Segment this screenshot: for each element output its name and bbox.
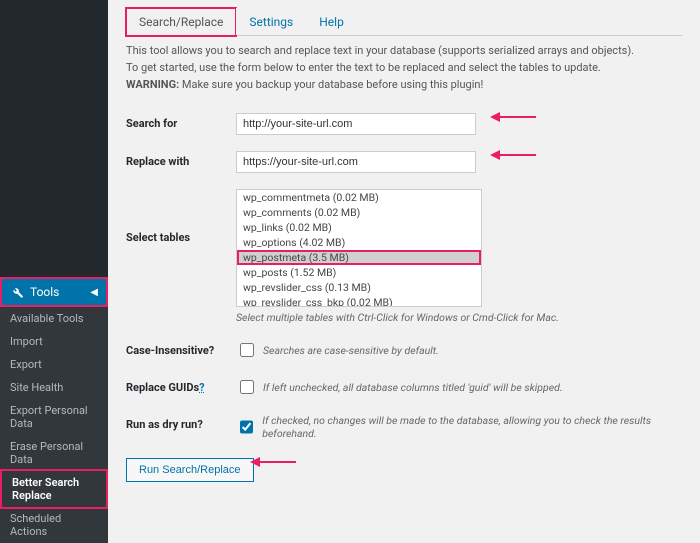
select-tables-listbox[interactable]: wp_commentmeta (0.02 MB) wp_comments (0.… bbox=[236, 189, 482, 307]
sidebar-item-export-personal-data[interactable]: Export Personal Data bbox=[0, 399, 108, 435]
replace-with-input[interactable] bbox=[236, 151, 476, 173]
case-insensitive-description: Searches are case-sensitive by default. bbox=[263, 344, 439, 357]
settings-form: Search for Replace with Sele bbox=[126, 105, 682, 448]
caret-left-icon: ◀ bbox=[90, 287, 98, 298]
sidebar-parent-tools[interactable]: Tools ◀ bbox=[0, 277, 108, 307]
callout-arrow-icon bbox=[488, 107, 538, 127]
dry-run-description: If checked, no changes will be made to t… bbox=[262, 414, 682, 440]
sidebar-item-export[interactable]: Export bbox=[0, 353, 108, 376]
dry-run-checkbox[interactable] bbox=[240, 420, 253, 434]
intro-warning: WARNING: Make sure you backup your datab… bbox=[126, 78, 682, 91]
table-option[interactable]: wp_links (0.02 MB) bbox=[237, 220, 481, 235]
callout-arrow-icon bbox=[248, 452, 298, 472]
replace-guids-description: If left unchecked, all database columns … bbox=[263, 381, 563, 394]
sidebar-parent-label: Tools bbox=[30, 285, 59, 299]
select-tables-description: Select multiple tables with Ctrl-Click f… bbox=[236, 311, 682, 324]
replace-guids-help-link[interactable]: ? bbox=[199, 381, 204, 394]
table-option[interactable]: wp_posts (1.52 MB) bbox=[237, 265, 481, 280]
case-insensitive-label: Case-Insensitive? bbox=[126, 332, 236, 369]
sidebar-item-erase-personal-data[interactable]: Erase Personal Data bbox=[0, 435, 108, 471]
sidebar-item-site-health[interactable]: Site Health bbox=[0, 376, 108, 399]
search-for-input[interactable] bbox=[236, 113, 476, 135]
intro-warning-label: WARNING: bbox=[126, 78, 179, 91]
sidebar-item-scheduled-actions[interactable]: Scheduled Actions bbox=[0, 507, 108, 543]
sidebar-item-import[interactable]: Import bbox=[0, 330, 108, 353]
table-option[interactable]: wp_commentmeta (0.02 MB) bbox=[237, 190, 481, 205]
tab-help[interactable]: Help bbox=[306, 8, 357, 35]
replace-guids-checkbox[interactable] bbox=[240, 380, 254, 394]
intro-line-2: To get started, use the form below to en… bbox=[126, 61, 682, 74]
sidebar-item-better-search-replace[interactable]: Better Search Replace bbox=[0, 469, 108, 509]
tab-bar: Search/Replace Settings Help bbox=[126, 0, 682, 36]
callout-arrow-icon bbox=[488, 145, 538, 165]
search-for-label: Search for bbox=[126, 105, 236, 143]
tab-search-replace[interactable]: Search/Replace bbox=[126, 8, 236, 36]
admin-sidebar: Tools ◀ Available Tools Import Export Si… bbox=[0, 0, 108, 520]
main-panel: Search/Replace Settings Help This tool a… bbox=[108, 0, 700, 520]
table-option-selected[interactable]: wp_postmeta (3.5 MB) bbox=[237, 250, 481, 265]
intro-warning-text: Make sure you backup your database befor… bbox=[182, 78, 483, 91]
run-search-replace-button[interactable]: Run Search/Replace bbox=[126, 458, 254, 482]
table-option[interactable]: wp_options (4.02 MB) bbox=[237, 235, 481, 250]
replace-guids-label: Replace GUIDs? bbox=[126, 369, 236, 406]
intro-text: This tool allows you to search and repla… bbox=[126, 44, 682, 91]
sidebar-submenu: Available Tools Import Export Site Healt… bbox=[0, 307, 108, 543]
table-option[interactable]: wp_revslider_css (0.13 MB) bbox=[237, 280, 481, 295]
intro-line-1: This tool allows you to search and repla… bbox=[126, 44, 682, 57]
case-insensitive-checkbox[interactable] bbox=[240, 343, 254, 357]
sidebar-item-available-tools[interactable]: Available Tools bbox=[0, 307, 108, 330]
wrench-icon bbox=[10, 285, 24, 299]
tab-settings[interactable]: Settings bbox=[236, 8, 306, 35]
select-tables-label: Select tables bbox=[126, 181, 236, 332]
dry-run-label: Run as dry run? bbox=[126, 406, 236, 448]
replace-with-label: Replace with bbox=[126, 143, 236, 181]
table-option[interactable]: wp_revslider_css_bkp (0.02 MB) bbox=[237, 295, 481, 307]
table-option[interactable]: wp_comments (0.02 MB) bbox=[237, 205, 481, 220]
